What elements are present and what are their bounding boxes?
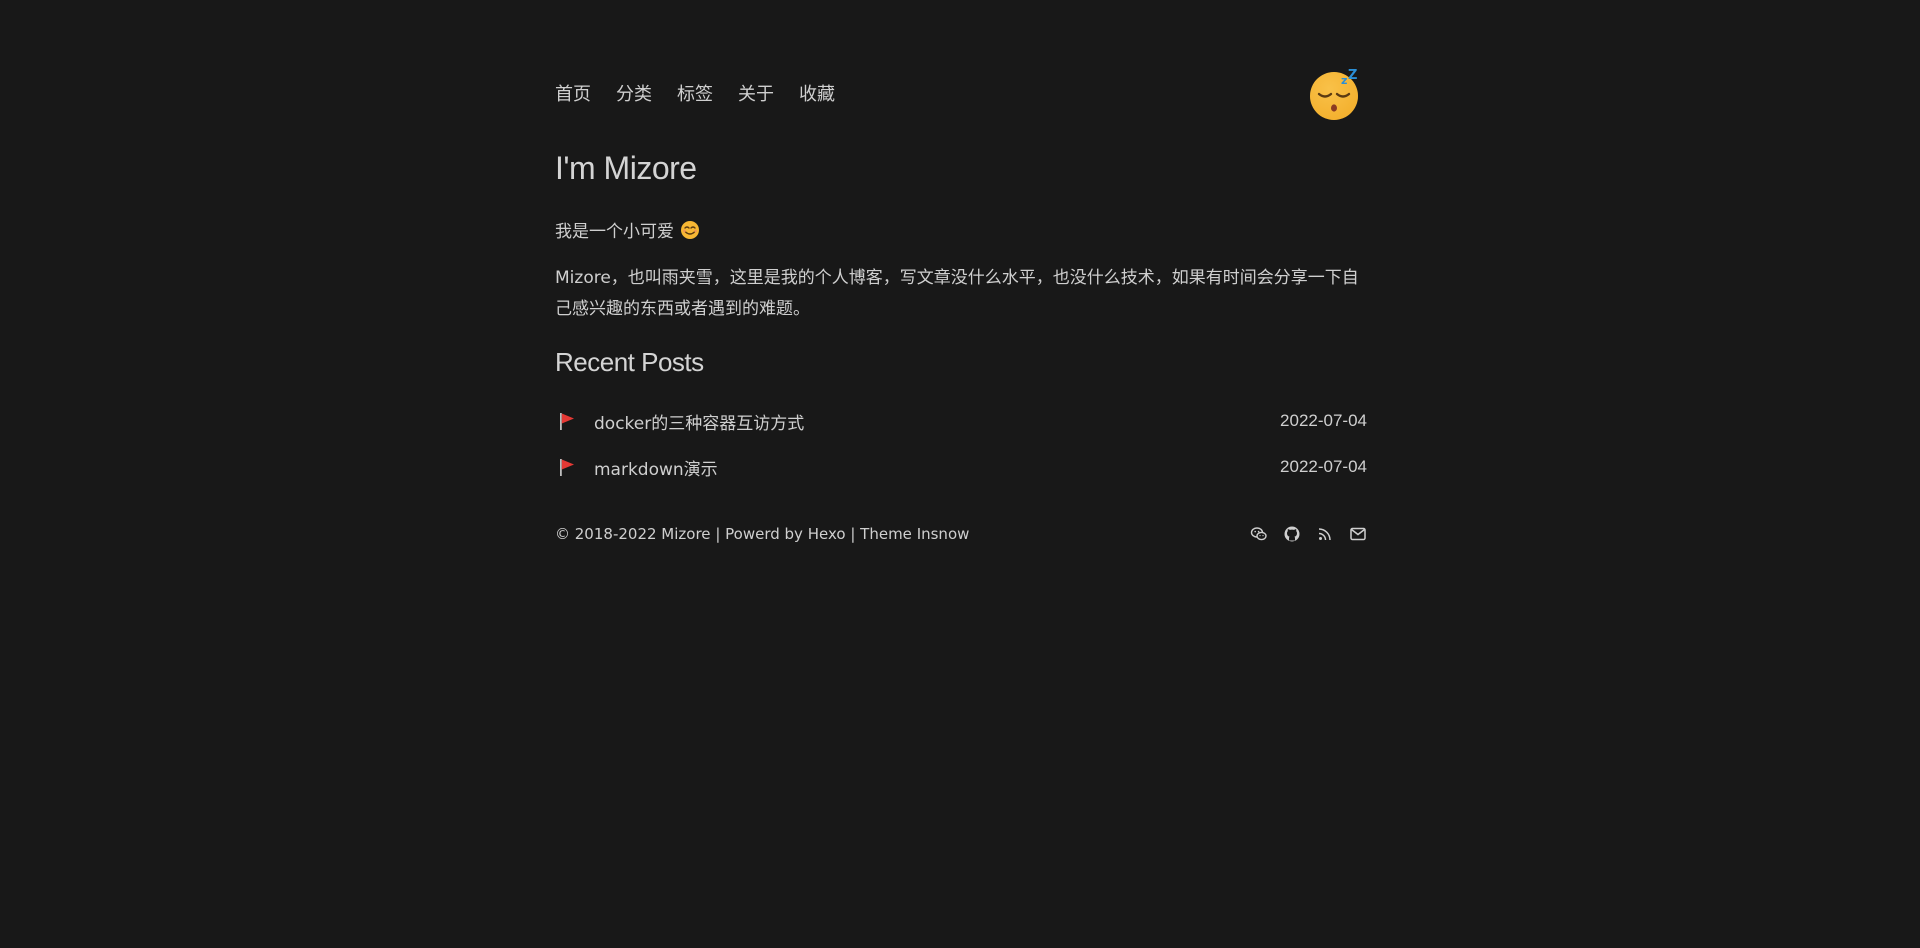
intro-line: 我是一个小可爱	[555, 217, 700, 242]
theme-link[interactable]: Insnow	[917, 525, 970, 543]
nav-item-home[interactable]: 首页	[555, 80, 591, 106]
footer-separator: |	[715, 525, 721, 543]
theme-prefix: Theme	[860, 525, 917, 543]
footer: © 2018-2022 Mizore | Powerd by Hexo | Th…	[555, 522, 1367, 546]
red-flag-icon	[557, 411, 577, 431]
footer-copyright: © 2018-2022 Mizore | Powerd by Hexo | Th…	[555, 525, 969, 543]
footer-social-icons	[1250, 525, 1367, 543]
post-title-link[interactable]: docker的三种容器互访方式	[594, 409, 1280, 434]
wechat-icon[interactable]	[1250, 525, 1268, 543]
nav-item-favorites[interactable]: 收藏	[799, 80, 835, 106]
post-date: 2022-07-04	[1280, 411, 1367, 430]
nav-item-categories[interactable]: 分类	[616, 80, 652, 106]
mail-icon[interactable]	[1349, 525, 1367, 543]
post-list-item: docker的三种容器互访方式 2022-07-04	[555, 398, 1367, 444]
red-flag-icon	[557, 457, 577, 477]
svg-text:z: z	[1341, 74, 1347, 87]
nav-item-about[interactable]: 关于	[738, 80, 774, 106]
intro-description: Mizore，也叫雨夹雪，这里是我的个人博客，写文章没什么水平，也没什么技术，如…	[555, 268, 1359, 319]
hexo-link[interactable]: Hexo	[808, 525, 846, 543]
page-title: I'm Mizore	[555, 150, 697, 186]
smiling-face-icon	[680, 220, 700, 240]
post-date: 2022-07-04	[1280, 457, 1367, 476]
recent-posts-list: docker的三种容器互访方式 2022-07-04 markdown演示 20…	[555, 398, 1367, 490]
nav-item-tags[interactable]: 标签	[677, 80, 713, 106]
powered-prefix: Powerd by	[725, 525, 808, 543]
copyright-text: © 2018-2022 Mizore	[555, 525, 711, 543]
recent-posts-heading: Recent Posts	[555, 347, 704, 377]
svg-text:Z: Z	[1348, 68, 1357, 83]
main-nav: 首页 分类 标签 关于 收藏	[555, 80, 835, 106]
rss-icon[interactable]	[1316, 525, 1334, 543]
post-list-item: markdown演示 2022-07-04	[555, 444, 1367, 490]
post-title-link[interactable]: markdown演示	[594, 455, 1280, 480]
intro-text: 我是一个小可爱	[555, 222, 674, 242]
sleeping-face-icon[interactable]: z Z	[1307, 67, 1363, 121]
github-icon[interactable]	[1283, 525, 1301, 543]
footer-separator: |	[850, 525, 856, 543]
